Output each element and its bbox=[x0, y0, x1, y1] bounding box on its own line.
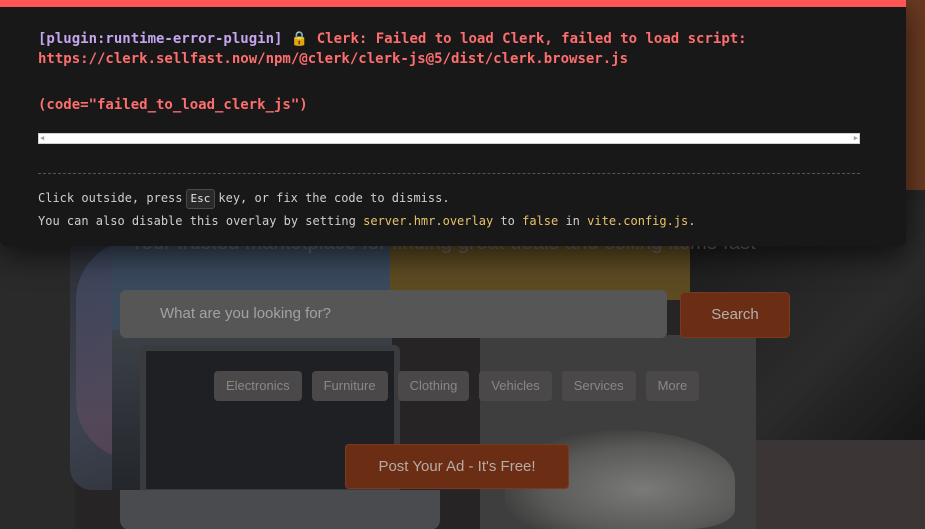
plugin-name: [plugin:runtime-error-plugin] bbox=[38, 31, 283, 47]
tip-text: key, or fix the code to dismiss. bbox=[218, 191, 450, 205]
category-chip-electronics[interactable]: Electronics bbox=[214, 371, 302, 401]
scroll-right-icon[interactable]: ▶ bbox=[854, 134, 858, 143]
error-url: https://clerk.sellfast.now/npm/@clerk/cl… bbox=[38, 51, 629, 67]
category-chip-more[interactable]: More bbox=[645, 371, 700, 401]
disable-tip: You can also disable this overlay by set… bbox=[38, 212, 696, 230]
error-code: (code="failed_to_load_clerk_js") bbox=[38, 97, 308, 113]
lock-icon: 🔒 bbox=[290, 31, 309, 47]
horizontal-scrollbar[interactable]: ◀ ▶ bbox=[38, 133, 860, 144]
tip-text: to bbox=[500, 214, 515, 228]
category-chip-furniture[interactable]: Furniture bbox=[311, 371, 388, 401]
dismiss-tip: Click outside, press Esc key, or fix the c… bbox=[38, 189, 450, 209]
config-file: vite.config.js bbox=[587, 214, 689, 228]
error-overlay[interactable]: [plugin:runtime-error-plugin] 🔒 Clerk: F… bbox=[0, 0, 906, 246]
category-chip-clothing[interactable]: Clothing bbox=[397, 371, 470, 401]
esc-key: Esc bbox=[185, 189, 216, 209]
category-list: Electronics Furniture Clothing Vehicles … bbox=[214, 371, 700, 401]
tip-text: in bbox=[565, 214, 580, 228]
divider bbox=[38, 173, 860, 174]
error-text: Clerk: Failed to load Clerk, failed to l… bbox=[316, 31, 747, 47]
category-chip-vehicles[interactable]: Vehicles bbox=[479, 371, 552, 401]
tip-text: Click outside, press bbox=[38, 191, 183, 205]
category-chip-services[interactable]: Services bbox=[561, 371, 636, 401]
post-ad-button[interactable]: Post Your Ad - It's Free! bbox=[345, 444, 569, 489]
search-input[interactable] bbox=[120, 290, 667, 338]
background-panel bbox=[756, 440, 925, 529]
config-value: false bbox=[522, 214, 559, 228]
scroll-left-icon[interactable]: ◀ bbox=[40, 134, 44, 143]
tip-text: You can also disable this overlay by set… bbox=[38, 214, 356, 228]
laptop-base bbox=[120, 490, 440, 529]
config-setting: server.hmr.overlay bbox=[363, 214, 494, 228]
search-button[interactable]: Search bbox=[680, 292, 790, 338]
tip-text: . bbox=[688, 214, 696, 228]
error-message: [plugin:runtime-error-plugin] 🔒 Clerk: F… bbox=[38, 29, 747, 69]
